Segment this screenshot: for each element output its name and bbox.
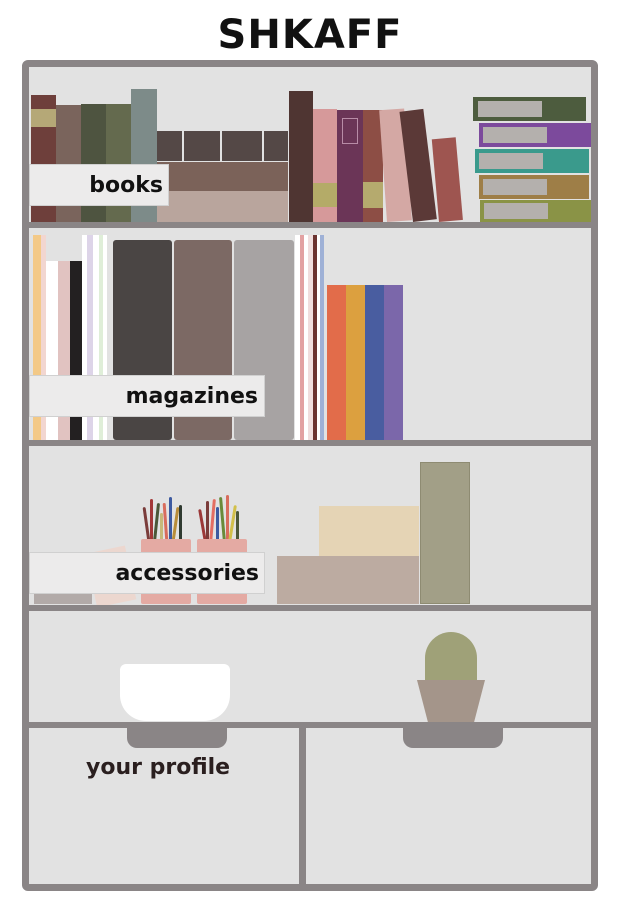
book-spine bbox=[337, 110, 363, 222]
drawer-handle[interactable] bbox=[127, 728, 227, 748]
bowl bbox=[120, 664, 230, 721]
book-stack bbox=[479, 175, 589, 199]
book-stack bbox=[479, 123, 591, 147]
book-spine bbox=[431, 137, 463, 222]
your-profile-link[interactable]: your profile bbox=[86, 755, 230, 780]
book-spine bbox=[184, 131, 220, 161]
book-spine bbox=[327, 285, 346, 440]
magazines-shelf-label[interactable]: magazines bbox=[29, 375, 265, 417]
book-spine bbox=[313, 109, 337, 222]
app-logo: SHKAFF bbox=[217, 12, 403, 58]
book-stack bbox=[480, 200, 591, 222]
book-spine bbox=[384, 285, 403, 440]
magazine bbox=[320, 235, 324, 440]
shelf-divider bbox=[29, 440, 591, 446]
books-shelf-label[interactable]: books bbox=[29, 164, 169, 206]
tall-box bbox=[420, 462, 470, 604]
bookshelf-cabinet: books magazines accessories your profile bbox=[22, 60, 598, 891]
shelf-divider bbox=[29, 605, 591, 611]
book-spine bbox=[157, 131, 182, 161]
drawer-divider bbox=[299, 722, 306, 891]
book-spine bbox=[346, 285, 365, 440]
book-spine bbox=[222, 131, 262, 161]
book-spine bbox=[264, 131, 288, 161]
book-stack bbox=[157, 191, 288, 222]
book-stack bbox=[475, 149, 589, 173]
drawer-handle[interactable] bbox=[403, 728, 503, 748]
book-spine bbox=[289, 91, 313, 222]
book-stack bbox=[157, 162, 288, 191]
shelf-divider bbox=[29, 222, 591, 228]
book-spine bbox=[365, 285, 384, 440]
shelf-divider bbox=[29, 722, 591, 728]
storage-box bbox=[277, 556, 419, 604]
book-stack bbox=[473, 97, 586, 121]
storage-box bbox=[319, 506, 419, 558]
accessories-shelf-label[interactable]: accessories bbox=[29, 552, 265, 594]
